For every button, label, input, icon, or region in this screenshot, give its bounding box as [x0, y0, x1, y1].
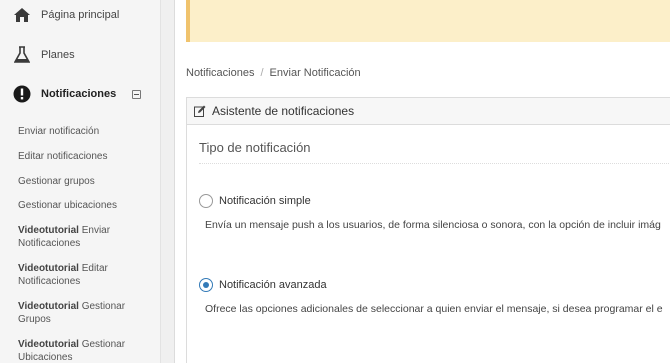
breadcrumb: Notificaciones / Enviar Notificación: [186, 67, 361, 79]
alert-banner: [186, 0, 670, 42]
wizard-panel: Asistente de notificaciones Tipo de noti…: [186, 97, 670, 363]
radio-notificacion-avanzada[interactable]: Notificación avanzada: [199, 278, 327, 292]
option-description: Envía un mensaje push a los usuarios, de…: [205, 219, 661, 231]
section-divider: [199, 163, 670, 164]
sidebar-item-planes[interactable]: Planes: [0, 36, 161, 74]
submenu-item-videotutorial-grupos[interactable]: Videotutorial Gestionar Grupos: [18, 300, 158, 326]
submenu-item-videotutorial-editar[interactable]: Videotutorial Editar Notificaciones: [18, 262, 158, 288]
breadcrumb-root[interactable]: Notificaciones: [186, 67, 254, 79]
radio-label[interactable]: Notificación simple: [219, 195, 311, 207]
submenu-item-gestionar-grupos[interactable]: Gestionar grupos: [18, 175, 158, 188]
wizard-title: Asistente de notificaciones: [212, 104, 355, 118]
sidebar-item-label: Notificaciones: [41, 88, 117, 100]
radio-button[interactable]: [199, 194, 213, 208]
sidebar: Página principal Planes Notificaciones E…: [0, 0, 161, 363]
sidebar-item-pagina-principal[interactable]: Página principal: [0, 0, 161, 34]
radio-label[interactable]: Notificación avanzada: [219, 279, 327, 291]
submenu-item-gestionar-ubicaciones[interactable]: Gestionar ubicaciones: [18, 199, 158, 212]
wizard-panel-header: Asistente de notificaciones: [187, 98, 670, 125]
sidebar-item-notificaciones[interactable]: Notificaciones: [0, 75, 161, 113]
submenu-item-editar-notificaciones[interactable]: Editar notificaciones: [18, 150, 158, 163]
submenu-item-videotutorial-ubicaciones[interactable]: Videotutorial Gestionar Ubicaciones: [18, 338, 158, 363]
radio-notificacion-simple[interactable]: Notificación simple: [199, 194, 311, 208]
home-icon: [12, 5, 32, 25]
sidebar-scroll-gutter: [161, 0, 175, 363]
edit-icon: [194, 105, 206, 117]
submenu-item-enviar-notificacion[interactable]: Enviar notificación: [18, 125, 158, 138]
sidebar-item-label: Página principal: [41, 9, 120, 21]
section-title: Tipo de notificación: [199, 140, 311, 155]
breadcrumb-current: Enviar Notificación: [269, 67, 361, 79]
flask-icon: [12, 45, 32, 65]
option-description: Ofrece las opciones adicionales de selec…: [205, 303, 663, 315]
submenu-item-videotutorial-enviar[interactable]: Videotutorial Enviar Notificaciones: [18, 224, 158, 250]
exclamation-circle-icon: [12, 84, 32, 104]
sidebar-item-label: Planes: [41, 49, 75, 61]
breadcrumb-separator: /: [260, 67, 264, 79]
collapse-icon[interactable]: [132, 89, 141, 99]
radio-button-checked[interactable]: [199, 278, 213, 292]
